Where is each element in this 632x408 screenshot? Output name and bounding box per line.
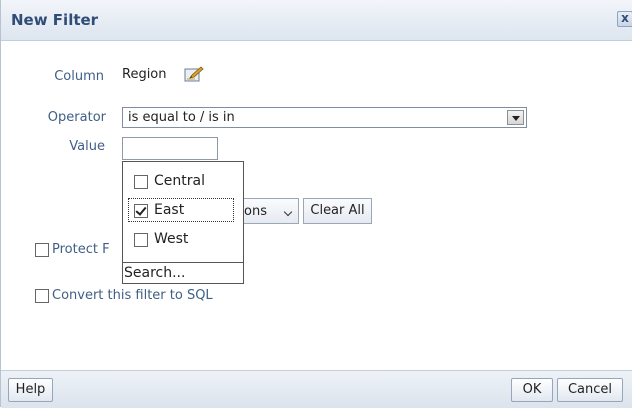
cancel-button[interactable]: Cancel <box>557 378 623 402</box>
central-label: Central <box>154 173 205 189</box>
operator-select[interactable]: is equal to / is in <box>122 107 527 128</box>
close-button[interactable]: x <box>617 11 632 27</box>
dropdown-search[interactable]: Search... <box>123 262 243 283</box>
help-button[interactable]: Help <box>8 378 53 402</box>
options-button-label: ons <box>244 204 267 219</box>
operator-selected-value: is equal to / is in <box>128 110 235 125</box>
search-link[interactable]: Search... <box>124 265 185 281</box>
dialog-footer: Help OK Cancel <box>1 370 632 408</box>
column-value: Region <box>122 67 167 82</box>
dialog-title: New Filter <box>11 11 99 29</box>
dialog-titlebar: New Filter x <box>1 0 632 41</box>
central-checkbox[interactable] <box>134 175 148 189</box>
list-item[interactable]: West <box>123 226 243 254</box>
ok-button[interactable]: OK <box>511 378 553 402</box>
column-label: Column <box>54 69 104 84</box>
close-icon: x <box>621 11 629 25</box>
convert-sql-label: Convert this filter to SQL <box>52 288 213 303</box>
chevron-down-icon <box>283 207 293 217</box>
convert-sql-checkbox[interactable] <box>35 289 49 303</box>
new-filter-dialog: New Filter x Column Region Operator is e… <box>0 0 632 408</box>
value-input[interactable] <box>122 137 218 160</box>
value-label: Value <box>69 139 105 154</box>
options-button[interactable]: ons <box>244 198 299 224</box>
chevron-down-icon[interactable] <box>507 110 524 125</box>
protect-filter-label: Protect F <box>52 242 110 257</box>
west-checkbox[interactable] <box>134 233 148 247</box>
value-dropdown-list: Central East West Search... <box>122 161 244 284</box>
edit-pencil-icon[interactable] <box>184 66 204 82</box>
operator-label: Operator <box>47 110 106 125</box>
list-item[interactable]: Central <box>123 168 243 196</box>
east-checkbox[interactable] <box>134 204 148 218</box>
east-label: East <box>154 202 185 218</box>
protect-filter-checkbox[interactable] <box>35 243 49 257</box>
clear-all-button[interactable]: Clear All <box>303 198 372 224</box>
west-label: West <box>154 231 189 247</box>
list-item[interactable]: East <box>123 195 243 223</box>
